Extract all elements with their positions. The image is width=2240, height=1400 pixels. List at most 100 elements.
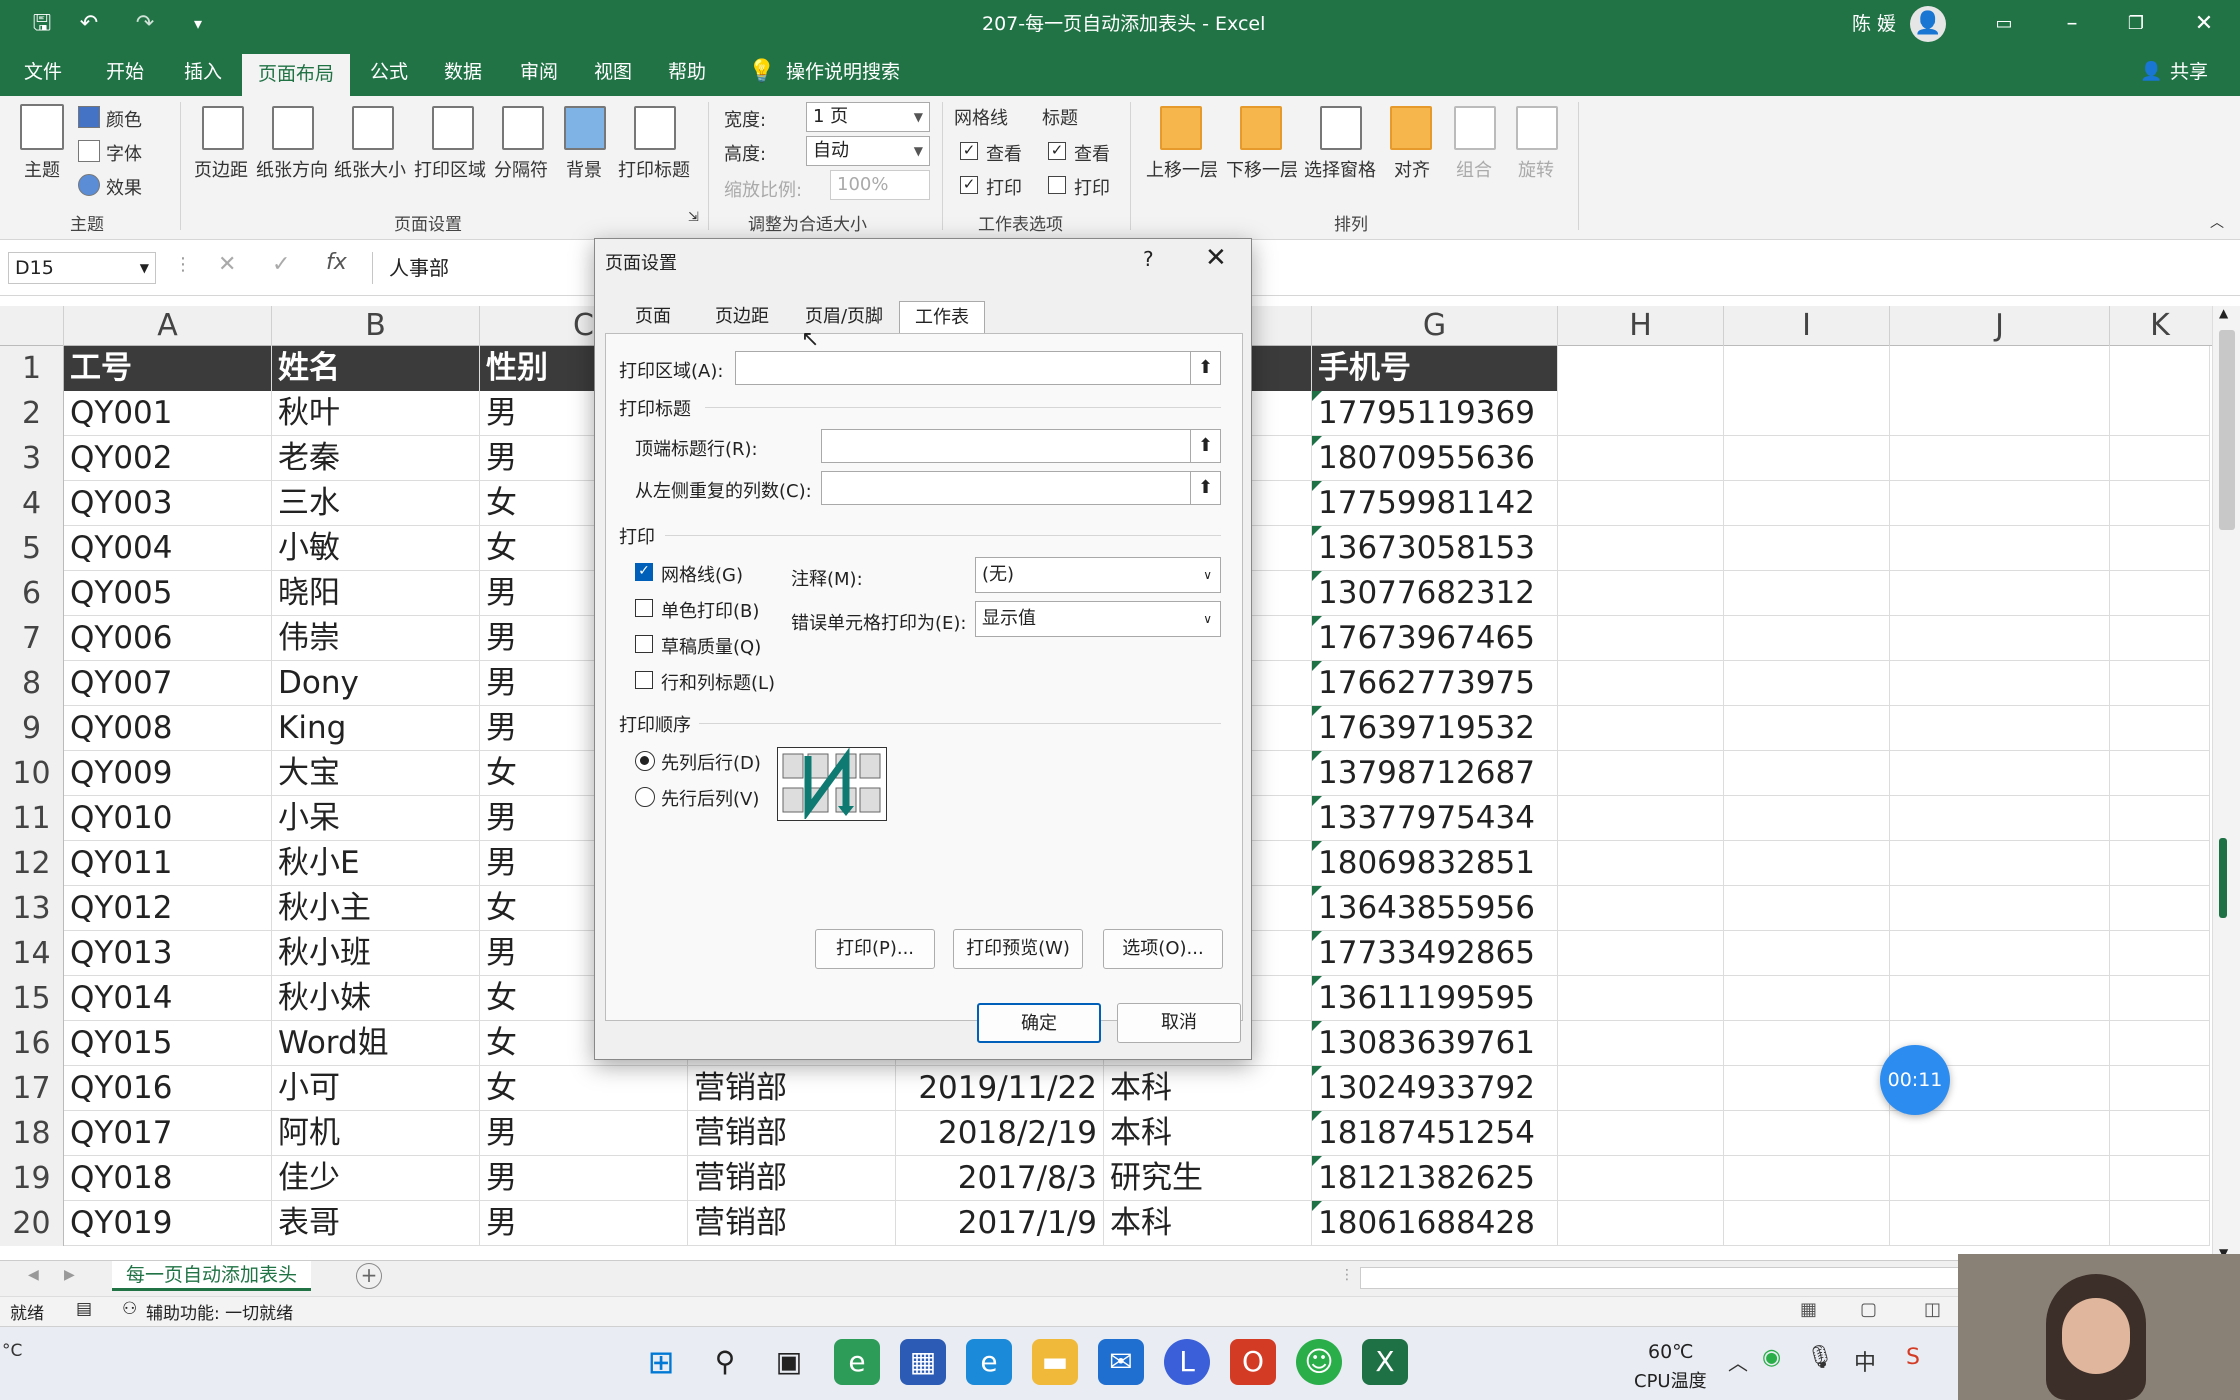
send-backward-icon[interactable] bbox=[1240, 106, 1282, 150]
tab-review[interactable]: 审阅 bbox=[520, 48, 558, 96]
empty-cell[interactable] bbox=[1724, 346, 1890, 391]
empty-cell[interactable] bbox=[2110, 526, 2210, 571]
avatar[interactable]: 👤 bbox=[1910, 6, 1946, 42]
cell-name[interactable]: 小呆 bbox=[272, 796, 480, 841]
empty-cell[interactable] bbox=[2110, 751, 2210, 796]
search-icon[interactable]: ⚲ bbox=[702, 1339, 748, 1385]
cell-id[interactable]: QY019 bbox=[64, 1201, 272, 1246]
empty-cell[interactable] bbox=[1724, 1066, 1890, 1111]
empty-cell[interactable] bbox=[1558, 1156, 1724, 1201]
cell-phone[interactable]: 17673967465 bbox=[1312, 616, 1558, 661]
cell-id[interactable]: QY009 bbox=[64, 751, 272, 796]
mail-icon[interactable]: ✉ bbox=[1098, 1339, 1144, 1385]
options-button[interactable]: 选项(O)... bbox=[1103, 929, 1223, 969]
cell-phone[interactable]: 13024933792 bbox=[1312, 1066, 1558, 1111]
selection-pane-icon[interactable] bbox=[1320, 106, 1362, 150]
empty-cell[interactable] bbox=[2110, 571, 2210, 616]
empty-cell[interactable] bbox=[1724, 886, 1890, 931]
tab-margins[interactable]: 页边距 bbox=[697, 301, 787, 333]
empty-cell[interactable] bbox=[1890, 931, 2110, 976]
breaks-button[interactable]: 分隔符 bbox=[494, 156, 548, 182]
cell-phone[interactable]: 13077682312 bbox=[1312, 571, 1558, 616]
sheet-tab[interactable]: 每一页自动添加表头 bbox=[112, 1261, 312, 1291]
ribbon-display-icon[interactable]: ▭ bbox=[1986, 0, 2022, 48]
cell-edu[interactable]: 研究生 bbox=[1104, 1156, 1312, 1201]
empty-cell[interactable] bbox=[1890, 796, 2110, 841]
height-select[interactable]: 自动 ▼ bbox=[806, 136, 930, 166]
top-rows-input[interactable]: ⬆ bbox=[821, 429, 1221, 463]
row-header[interactable]: 20 bbox=[0, 1201, 64, 1246]
cell-id[interactable]: QY005 bbox=[64, 571, 272, 616]
theme-icon[interactable] bbox=[20, 104, 64, 150]
next-sheet-icon[interactable]: ▶ bbox=[64, 1267, 75, 1283]
empty-cell[interactable] bbox=[1724, 1111, 1890, 1156]
align-icon[interactable] bbox=[1390, 106, 1432, 150]
empty-cell[interactable] bbox=[1558, 661, 1724, 706]
vertical-scrollbar[interactable]: ▲ ▼ bbox=[2212, 306, 2240, 1260]
cell-id[interactable]: QY012 bbox=[64, 886, 272, 931]
cell-id[interactable]: QY014 bbox=[64, 976, 272, 1021]
empty-cell[interactable] bbox=[2110, 1111, 2210, 1156]
row-header[interactable]: 5 bbox=[0, 526, 64, 571]
tab-formulas[interactable]: 公式 bbox=[370, 48, 408, 96]
cell-phone[interactable]: 17795119369 bbox=[1312, 391, 1558, 436]
empty-cell[interactable] bbox=[2110, 1156, 2210, 1201]
cell-id[interactable]: QY002 bbox=[64, 436, 272, 481]
background-icon[interactable] bbox=[564, 106, 606, 150]
cell-phone[interactable]: 18121382625 bbox=[1312, 1156, 1558, 1201]
row-header[interactable]: 16 bbox=[0, 1021, 64, 1066]
row-header[interactable]: 11 bbox=[0, 796, 64, 841]
accessibility-status[interactable]: 辅助功能: 一切就绪 bbox=[146, 1299, 293, 1324]
empty-cell[interactable] bbox=[1890, 616, 2110, 661]
empty-cell[interactable] bbox=[1724, 616, 1890, 661]
cell-sex[interactable]: 男 bbox=[480, 1156, 688, 1201]
restore-icon[interactable]: ❐ bbox=[2118, 0, 2154, 48]
cell-id[interactable]: QY010 bbox=[64, 796, 272, 841]
cell-sex[interactable]: 男 bbox=[480, 1111, 688, 1156]
cell-phone[interactable]: 17662773975 bbox=[1312, 661, 1558, 706]
cell-phone[interactable]: 18070955636 bbox=[1312, 436, 1558, 481]
cell-id[interactable]: QY008 bbox=[64, 706, 272, 751]
horizontal-scrollbar[interactable] bbox=[1360, 1267, 1960, 1289]
enter-icon[interactable]: ✓ bbox=[272, 252, 290, 277]
print-titles-icon[interactable] bbox=[634, 106, 676, 150]
page-break-view-icon[interactable]: ◫ bbox=[1924, 1299, 1941, 1320]
empty-cell[interactable] bbox=[1890, 886, 2110, 931]
function-icon[interactable]: fx bbox=[326, 250, 347, 275]
empty-cell[interactable] bbox=[2110, 1201, 2210, 1246]
empty-cell[interactable] bbox=[1724, 841, 1890, 886]
add-sheet-icon[interactable]: + bbox=[356, 1263, 382, 1289]
size-button[interactable]: 纸张大小 bbox=[334, 156, 406, 182]
row-header[interactable]: 8 bbox=[0, 661, 64, 706]
row-header[interactable]: 6 bbox=[0, 571, 64, 616]
cell-sex[interactable]: 男 bbox=[480, 1201, 688, 1246]
row-header[interactable]: 19 bbox=[0, 1156, 64, 1201]
tab-help[interactable]: 帮助 bbox=[668, 48, 706, 96]
empty-cell[interactable] bbox=[1724, 1201, 1890, 1246]
cell-name[interactable]: 晓阳 bbox=[272, 571, 480, 616]
help-icon[interactable]: ? bbox=[1143, 247, 1154, 271]
empty-cell[interactable] bbox=[2110, 481, 2210, 526]
header-cell-name[interactable]: 姓名 bbox=[272, 346, 480, 391]
draft-checkbox[interactable] bbox=[635, 635, 653, 653]
empty-cell[interactable] bbox=[1890, 481, 2110, 526]
empty-cell[interactable] bbox=[2110, 346, 2210, 391]
cell-phone[interactable]: 18061688428 bbox=[1312, 1201, 1558, 1246]
empty-cell[interactable] bbox=[1558, 841, 1724, 886]
gridlines-print-checkbox[interactable]: ✓ bbox=[960, 176, 978, 194]
cell-dept[interactable]: 营销部 bbox=[688, 1201, 896, 1246]
effects-button[interactable]: 效果 bbox=[106, 174, 142, 200]
header-cell-phone[interactable]: 手机号 bbox=[1312, 346, 1558, 391]
empty-cell[interactable] bbox=[2110, 796, 2210, 841]
cell-id[interactable]: QY001 bbox=[64, 391, 272, 436]
normal-view-icon[interactable]: ▦ bbox=[1800, 1299, 1817, 1320]
page-layout-view-icon[interactable]: ▢ bbox=[1860, 1299, 1877, 1320]
cell-date[interactable]: 2017/1/9 bbox=[896, 1201, 1104, 1246]
empty-cell[interactable] bbox=[2110, 976, 2210, 1021]
width-select[interactable]: 1 页 ▼ bbox=[806, 102, 930, 132]
empty-cell[interactable] bbox=[1558, 751, 1724, 796]
empty-cell[interactable] bbox=[1724, 481, 1890, 526]
bring-forward-button[interactable]: 上移一层 bbox=[1146, 156, 1218, 182]
empty-cell[interactable] bbox=[1724, 931, 1890, 976]
empty-cell[interactable] bbox=[1724, 661, 1890, 706]
